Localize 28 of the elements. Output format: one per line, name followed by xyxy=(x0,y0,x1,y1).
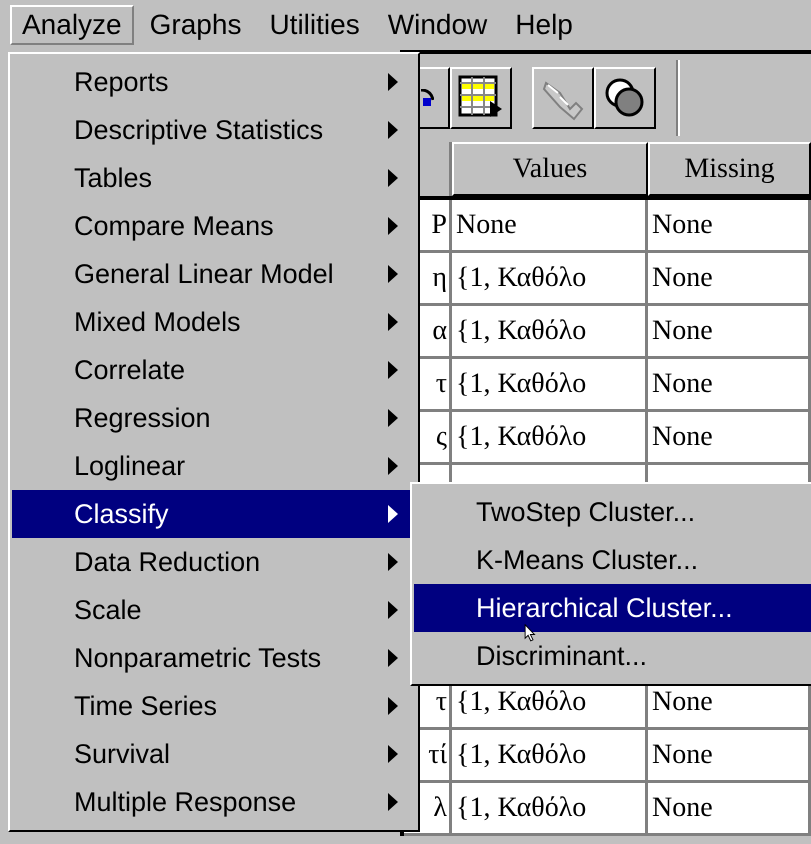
table-cell: None xyxy=(648,200,811,250)
toolbar-button[interactable] xyxy=(450,67,512,129)
menu-item[interactable]: Descriptive Statistics xyxy=(12,106,416,154)
menu-bar-item[interactable]: Analyze xyxy=(10,5,134,45)
column-header[interactable]: Missing xyxy=(648,142,811,196)
column-header[interactable]: Values xyxy=(452,142,648,196)
table-cell: {1, Καθόλο xyxy=(452,253,648,303)
table-cell: None xyxy=(648,730,811,780)
table-cell: None xyxy=(648,306,811,356)
mouse-pointer-icon xyxy=(524,624,536,642)
table-cell: None xyxy=(648,359,811,409)
table-cell: None xyxy=(648,783,811,833)
table-cell: {1, Καθόλο xyxy=(452,730,648,780)
menu-item[interactable]: K-Means Cluster... xyxy=(414,536,811,584)
table-cell: None xyxy=(648,412,811,462)
table-cell: {1, Καθόλο xyxy=(452,359,648,409)
toolbar-button[interactable] xyxy=(594,67,656,129)
menu-item[interactable]: Hierarchical Cluster... xyxy=(414,584,811,632)
menu-item[interactable]: Reports xyxy=(12,58,416,106)
menu-item[interactable]: TwoStep Cluster... xyxy=(414,488,811,536)
table-cell: {1, Καθόλο xyxy=(452,412,648,462)
table-cell: {1, Καθόλο xyxy=(452,306,648,356)
toolbar-button[interactable] xyxy=(532,67,594,129)
table-cell: None xyxy=(452,200,648,250)
menu-item[interactable]: Discriminant... xyxy=(414,632,811,680)
menu-item[interactable]: Tables xyxy=(12,154,416,202)
table-cell: {1, Καθόλο xyxy=(452,783,648,833)
table-cell: None xyxy=(648,253,811,303)
